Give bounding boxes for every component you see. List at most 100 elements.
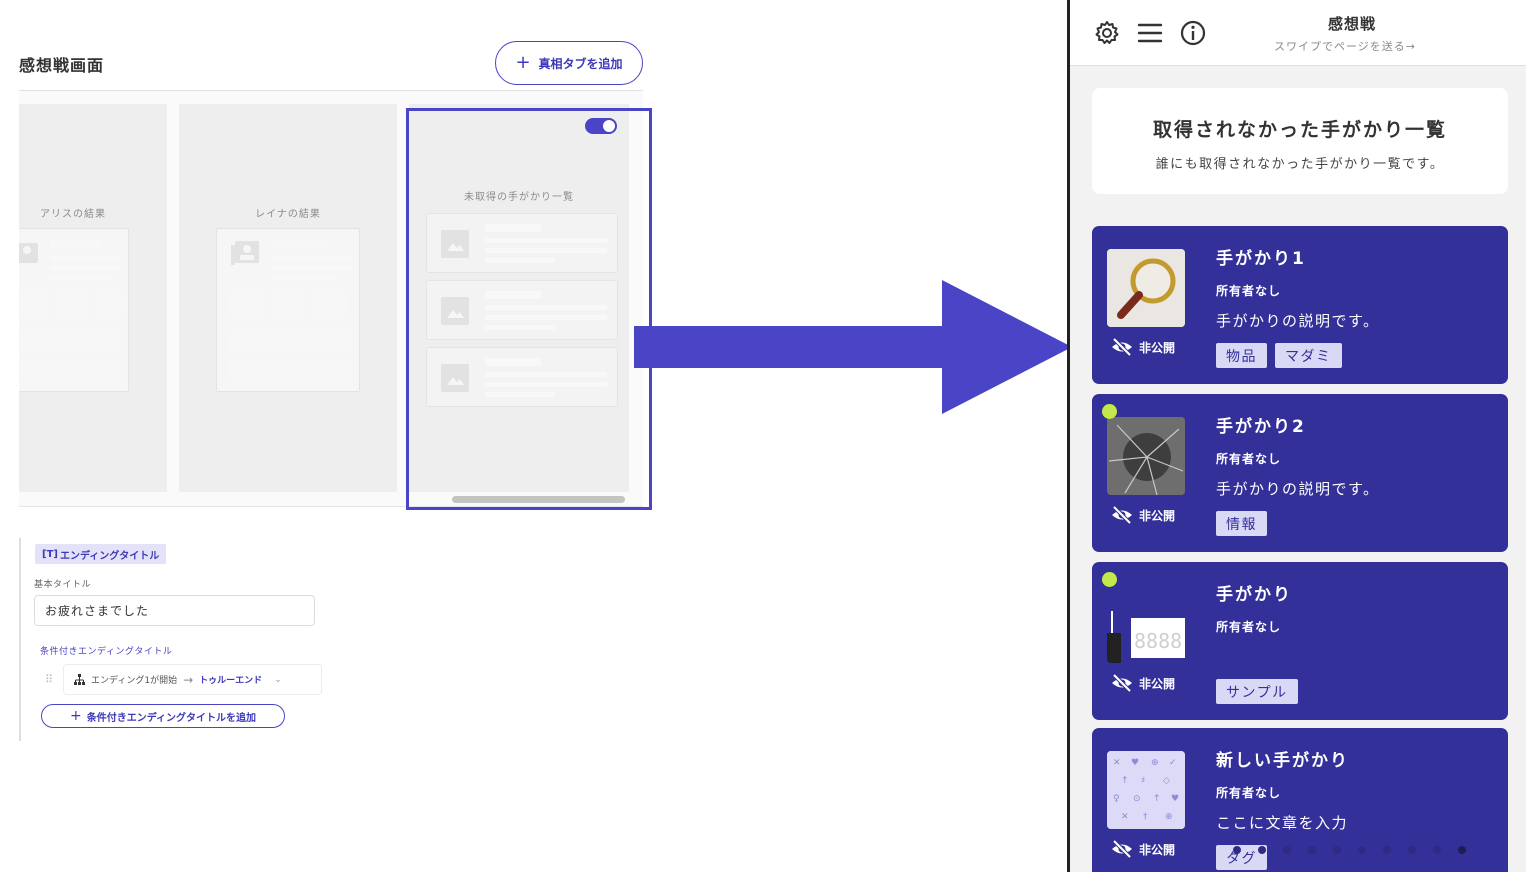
svg-text:✕: ✕	[1113, 758, 1121, 768]
clue-name: 手がかり2	[1216, 417, 1306, 437]
ending-section-rule	[19, 538, 21, 741]
svg-text:⊕: ⊕	[1151, 758, 1159, 768]
visibility-status: 非公開	[1111, 674, 1175, 692]
clue-tag: 物品	[1216, 343, 1267, 368]
clue-image: 8888	[1107, 585, 1185, 663]
info-icon[interactable]	[1179, 19, 1207, 47]
clue-description: ここに文章を入力	[1216, 814, 1349, 832]
clue-name: 手がかり	[1216, 585, 1292, 605]
condition-text: エンディング1が開始	[91, 676, 178, 686]
visibility-label: 非公開	[1139, 676, 1176, 691]
clue-card[interactable]: 手がかり2 所有者なし 手がかりの説明です。 非公開 情報	[1092, 394, 1508, 552]
page-dot[interactable]	[1283, 846, 1291, 854]
add-truth-tab-button[interactable]: + 真相タブを追加	[495, 41, 643, 85]
page-dot[interactable]	[1458, 846, 1466, 854]
clue-owner: 所有者なし	[1216, 452, 1282, 466]
visibility-status: 非公開	[1111, 840, 1175, 858]
magnifying-glass-image	[1107, 249, 1185, 327]
visibility-label: 非公開	[1139, 842, 1176, 857]
clue-description: 手がかりの説明です。	[1216, 480, 1380, 498]
new-indicator-dot	[1102, 572, 1117, 587]
condition-target: トゥルーエンド	[199, 676, 263, 686]
chevron-down-icon[interactable]: ⌄	[274, 675, 282, 685]
drag-handle-icon[interactable]: ⠿	[45, 673, 53, 686]
page-dot[interactable]	[1358, 846, 1366, 854]
column-title: アリスの結果	[40, 209, 106, 220]
intro-card: 取得されなかった手がかり一覧 誰にも取得されなかった手がかり一覧です。	[1092, 88, 1508, 194]
plus-icon: +	[69, 708, 82, 724]
result-placeholder	[19, 228, 129, 392]
svg-text:↑: ↑	[1153, 794, 1161, 804]
visibility-label: 非公開	[1139, 508, 1176, 523]
intro-title: 取得されなかった手がかり一覧	[1152, 119, 1447, 141]
menu-icon[interactable]	[1136, 19, 1164, 47]
add-conditional-title-label: 条件付きエンディングタイトルを追加	[86, 712, 257, 724]
eye-off-icon	[1112, 506, 1132, 524]
svg-text:♥: ♥	[1131, 758, 1139, 768]
gear-icon[interactable]	[1093, 19, 1121, 47]
conditional-title-row[interactable]: エンディング1が開始 → トゥルーエンド ⌄	[63, 664, 322, 695]
add-truth-tab-label: 真相タブを追加	[538, 56, 623, 71]
tab-column-alice[interactable]: アリスの結果	[19, 104, 167, 492]
basic-title-input[interactable]: お疲れさまでした	[34, 595, 315, 626]
icon-pattern-image: ✕ ♥ ⊕ ✓ ↑ ♯ ◇ ♀ ⊙ ↑ ♥ ✕ † ⊕	[1107, 751, 1185, 829]
clue-tag: マダミ	[1275, 343, 1342, 368]
svg-text:✓: ✓	[1169, 758, 1177, 768]
arrow-right-icon	[634, 280, 1072, 414]
basic-title-label: 基本タイトル	[34, 580, 92, 590]
clue-name: 手がかり1	[1216, 249, 1306, 269]
page-dot[interactable]	[1408, 846, 1416, 854]
clue-card[interactable]: 手がかり1 所有者なし 手がかりの説明です。 非公開 物品 マダミ	[1092, 226, 1508, 384]
svg-text:↑: ↑	[1121, 776, 1129, 786]
page-indicator[interactable]	[1233, 846, 1466, 854]
cracked-surface-image	[1107, 417, 1185, 495]
profile-icon	[19, 243, 38, 263]
preview-title: 感想戦	[1328, 15, 1377, 33]
clue-description: 手がかりの説明です。	[1216, 312, 1380, 330]
clue-tags: 物品 マダミ	[1216, 343, 1342, 368]
svg-text:⊙: ⊙	[1133, 794, 1141, 804]
svg-text:♥: ♥	[1171, 794, 1179, 804]
visibility-status: 非公開	[1111, 338, 1175, 356]
new-indicator-dot	[1102, 404, 1117, 419]
page-dot[interactable]	[1308, 846, 1316, 854]
svg-text:⊕: ⊕	[1165, 812, 1173, 822]
clue-image	[1107, 249, 1185, 327]
visibility-status: 非公開	[1111, 506, 1175, 524]
page-dot[interactable]	[1433, 846, 1441, 854]
preview-header: 感想戦 スワイプでページを送る→	[1070, 0, 1526, 66]
highlight-frame	[406, 108, 652, 510]
page-dot[interactable]	[1383, 846, 1391, 854]
visibility-label: 非公開	[1139, 340, 1176, 355]
intro-description: 誰にも取得されなかった手がかり一覧です。	[1155, 157, 1445, 172]
svg-text:◇: ◇	[1163, 776, 1170, 786]
clue-tags: サンプル	[1216, 679, 1298, 704]
clue-tags: 情報	[1216, 511, 1267, 536]
page-dot[interactable]	[1258, 846, 1266, 854]
svg-text:8888: 8888	[1134, 629, 1182, 653]
clue-tag: サンプル	[1216, 679, 1298, 704]
clue-owner: 所有者なし	[1216, 284, 1282, 298]
swipe-hint: スワイプでページを送る→	[1274, 40, 1416, 53]
page-dot[interactable]	[1333, 846, 1341, 854]
page-title: 感想戦画面	[19, 56, 105, 75]
clue-owner: 所有者なし	[1216, 786, 1282, 800]
tab-column-reina[interactable]: レイナの結果	[179, 104, 397, 492]
result-placeholder	[216, 228, 360, 392]
clue-image: ✕ ♥ ⊕ ✓ ↑ ♯ ◇ ♀ ⊙ ↑ ♥ ✕ † ⊕	[1107, 751, 1185, 829]
clue-card[interactable]: 8888 手がかり 所有者なし 非公開 サンプル	[1092, 562, 1508, 720]
mobile-preview: 感想戦 スワイプでページを送る→ 取得されなかった手がかり一覧 誰にも取得されな…	[1067, 0, 1526, 872]
add-conditional-title-button[interactable]: + 条件付きエンディングタイトルを追加	[41, 704, 285, 728]
conditional-title-label: 条件付きエンディングタイトル	[40, 647, 173, 657]
eye-off-icon	[1112, 840, 1132, 858]
clue-owner: 所有者なし	[1216, 620, 1282, 634]
clue-tag: 情報	[1216, 511, 1267, 536]
page-dot[interactable]	[1233, 846, 1241, 854]
eye-off-icon	[1112, 674, 1132, 692]
digital-display-image: 8888	[1107, 611, 1185, 663]
clue-name: 新しい手がかり	[1216, 751, 1349, 771]
arrow-right-icon: →	[183, 672, 194, 687]
svg-text:♀: ♀	[1113, 794, 1120, 804]
text-field-icon: [T]	[42, 548, 58, 560]
profile-icon	[231, 241, 259, 265]
